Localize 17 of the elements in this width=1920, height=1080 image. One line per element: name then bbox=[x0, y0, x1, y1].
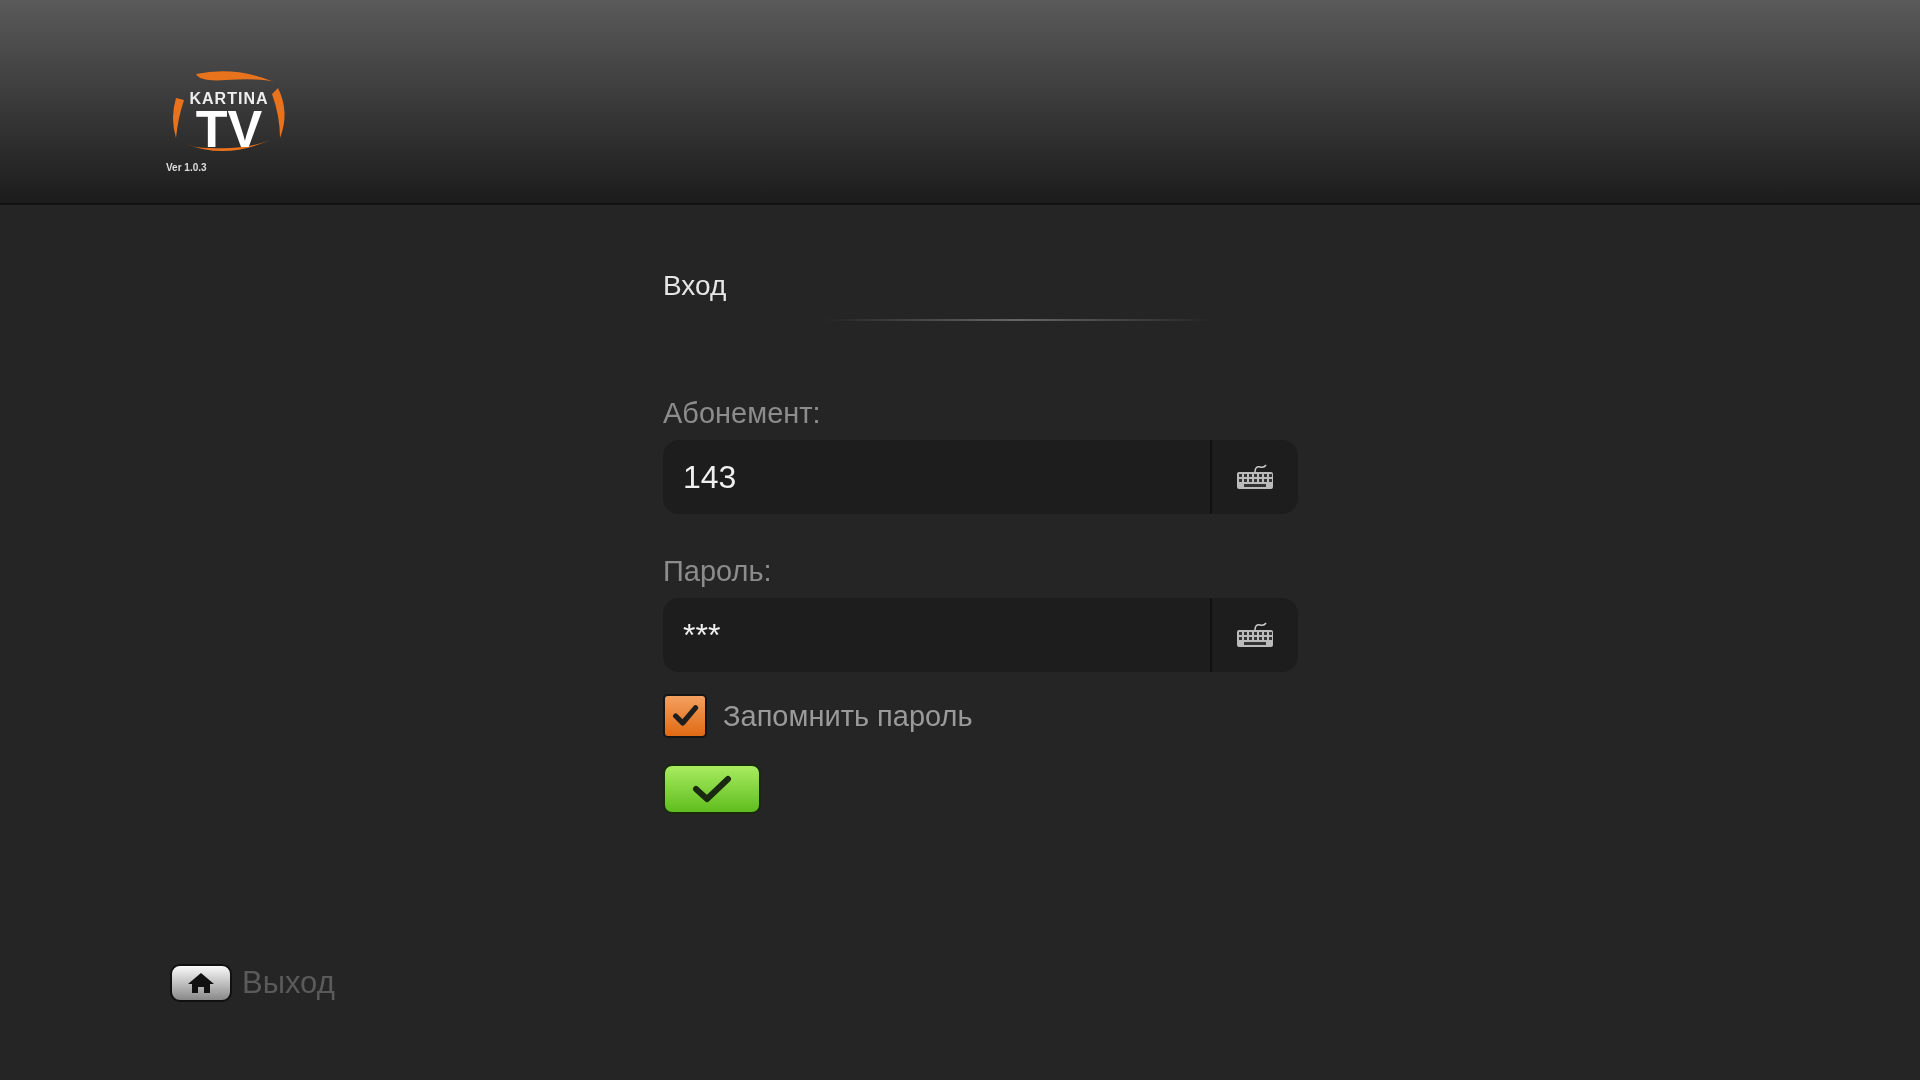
check-icon bbox=[692, 775, 732, 803]
logo-brand: KARTINA bbox=[188, 90, 270, 108]
remember-label: Запомнить пароль bbox=[723, 699, 973, 733]
keyboard-icon bbox=[1236, 464, 1274, 490]
input-field[interactable]: *** bbox=[663, 598, 1212, 672]
keyboard-icon bbox=[1236, 622, 1274, 648]
version-label: Ver 1.0.3 bbox=[166, 162, 207, 173]
confirm-button[interactable] bbox=[663, 764, 761, 814]
keyboard-button[interactable] bbox=[1212, 440, 1298, 514]
home-icon bbox=[186, 971, 216, 995]
remember-checkbox[interactable] bbox=[663, 694, 707, 738]
home-key[interactable] bbox=[170, 964, 232, 1002]
field-label: Абонемент: bbox=[663, 396, 822, 430]
page-title: Вход bbox=[663, 269, 728, 303]
keyboard-button[interactable] bbox=[1212, 598, 1298, 672]
input-field[interactable]: 143 bbox=[663, 440, 1212, 514]
field-label: Пароль: bbox=[663, 554, 773, 588]
